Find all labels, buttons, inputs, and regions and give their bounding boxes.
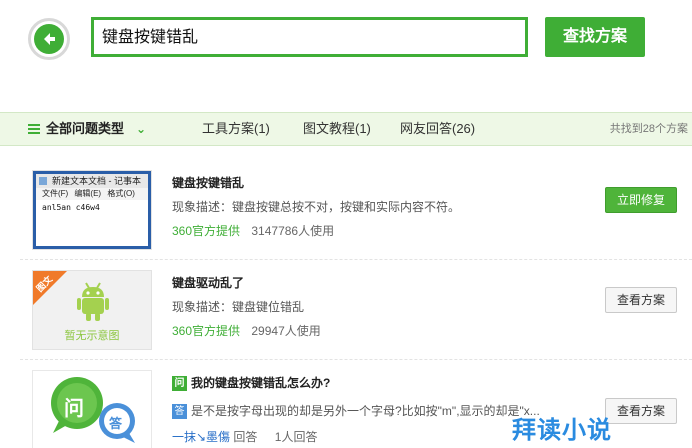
result-thumbnail[interactable]: 新建文本文档 - 记事本 文件(F) 编辑(E) 格式(O) anl5an c4… — [32, 170, 152, 250]
watermark: 拜读小说 — [512, 417, 612, 444]
tab-tutorials[interactable]: 图文教程(1) — [303, 113, 371, 145]
search-input[interactable]: 键盘按键错乱 — [91, 17, 528, 57]
answer-badge: 答 — [172, 404, 187, 420]
answer-user-link[interactable]: 一抹↘墨傷 — [172, 430, 230, 444]
tab-qa[interactable]: 网友回答(26) — [400, 113, 475, 145]
notepad-title: 新建文本文档 - 记事本 — [36, 174, 148, 188]
result-description: 现象描述：键盘按键总按不对，按键和实际内容不符。 — [172, 200, 461, 214]
question-badge: 问 — [172, 376, 187, 392]
view-solution-button[interactable]: 查看方案 — [605, 398, 677, 424]
notepad-menu: 文件(F) 编辑(E) 格式(O) — [36, 188, 148, 200]
placeholder-image: 图文 暂无示意图 — [33, 271, 151, 349]
arrow-left-icon — [34, 24, 64, 54]
answer-snippet: 答是不是按字母出现的却是另外一个字母?比如按"m",显示的却是"x... — [172, 402, 540, 420]
result-meta: 一抹↘墨傷 回答 1人回答 — [172, 428, 317, 445]
placeholder-caption: 暂无示意图 — [64, 330, 120, 342]
tab-tools[interactable]: 工具方案(1) — [202, 113, 270, 145]
question-title-text: 我的键盘按键错乱怎么办? — [191, 376, 331, 390]
result-row: 图文 暂无示意图 键盘驱动乱了 现象描述：键盘键位错乱 360官方提供 2994… — [20, 262, 692, 360]
view-solution-button[interactable]: 查看方案 — [605, 287, 677, 313]
result-description: 现象描述：键盘键位错乱 — [172, 300, 305, 314]
result-thumbnail[interactable]: 问 答 — [32, 370, 152, 448]
notepad-screenshot: 新建文本文档 - 记事本 文件(F) 编辑(E) 格式(O) anl5an c4… — [33, 171, 151, 249]
result-users: 3147786人使用 — [251, 224, 335, 238]
chevron-down-icon: ⌄ — [136, 122, 147, 136]
qa-a-glyph: 答 — [109, 416, 123, 431]
answer-label: 回答 — [233, 430, 258, 444]
filter-all-types[interactable]: 全部问题类型 ⌄ — [28, 113, 146, 145]
result-source: 360官方提供 — [172, 224, 241, 238]
notepad-content: anl5an c46w4 — [36, 200, 148, 246]
result-source: 360官方提供 — [172, 324, 241, 338]
result-count: 共找到28个方案 — [609, 123, 688, 135]
fix-now-button[interactable]: 立即修复 — [605, 187, 677, 213]
question-title[interactable]: 问我的键盘按键错乱怎么办? — [172, 374, 331, 392]
result-meta: 360官方提供 29947人使用 — [172, 322, 321, 339]
qa-image: 问 答 — [33, 371, 151, 448]
android-robot-icon — [77, 282, 109, 321]
result-meta: 360官方提供 3147786人使用 — [172, 222, 334, 239]
answer-count: 1人回答 — [274, 430, 318, 444]
result-thumbnail[interactable]: 图文 暂无示意图 — [32, 270, 152, 350]
search-button[interactable]: 查找方案 — [545, 17, 645, 57]
result-row: 新建文本文档 - 记事本 文件(F) 编辑(E) 格式(O) anl5an c4… — [20, 162, 692, 260]
back-button[interactable] — [28, 18, 70, 60]
result-title[interactable]: 键盘按键错乱 — [172, 174, 244, 191]
filter-all-types-label: 全部问题类型 — [46, 121, 125, 136]
qa-q-glyph: 问 — [64, 398, 84, 420]
search-header: 键盘按键错乱 查找方案 — [0, 0, 692, 110]
answer-snippet-text: 是不是按字母出现的却是另外一个字母?比如按"m",显示的却是"x... — [191, 404, 540, 418]
result-users: 29947人使用 — [251, 324, 321, 338]
list-icon — [28, 124, 40, 134]
result-title[interactable]: 键盘驱动乱了 — [172, 274, 244, 291]
filter-bar: 全部问题类型 ⌄ 工具方案(1) 图文教程(1) 网友回答(26) 共找到28个… — [0, 112, 692, 146]
